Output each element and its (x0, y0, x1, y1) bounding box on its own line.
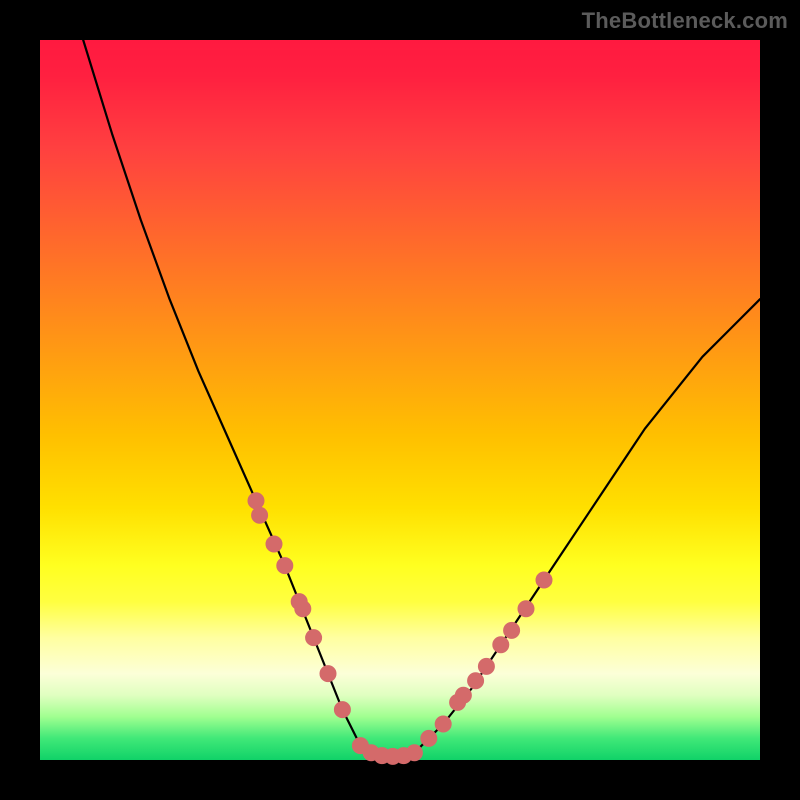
watermark-text: TheBottleneck.com (582, 8, 788, 34)
data-point (478, 658, 494, 674)
data-point (504, 622, 520, 638)
data-point (455, 687, 471, 703)
series-line (83, 40, 760, 756)
data-point (536, 572, 552, 588)
data-point (518, 601, 534, 617)
chart-svg (40, 40, 760, 760)
data-point (252, 507, 268, 523)
chart-frame: TheBottleneck.com (0, 0, 800, 800)
data-point (334, 702, 350, 718)
bottleneck-curve (83, 40, 760, 756)
data-point (320, 666, 336, 682)
data-point (493, 637, 509, 653)
data-point (435, 716, 451, 732)
data-point (306, 630, 322, 646)
data-point (277, 558, 293, 574)
data-point (406, 745, 422, 761)
data-point (421, 730, 437, 746)
plot-area (40, 40, 760, 760)
data-point (295, 601, 311, 617)
data-point (468, 673, 484, 689)
series-dots (248, 493, 552, 765)
data-point (248, 493, 264, 509)
data-point (266, 536, 282, 552)
